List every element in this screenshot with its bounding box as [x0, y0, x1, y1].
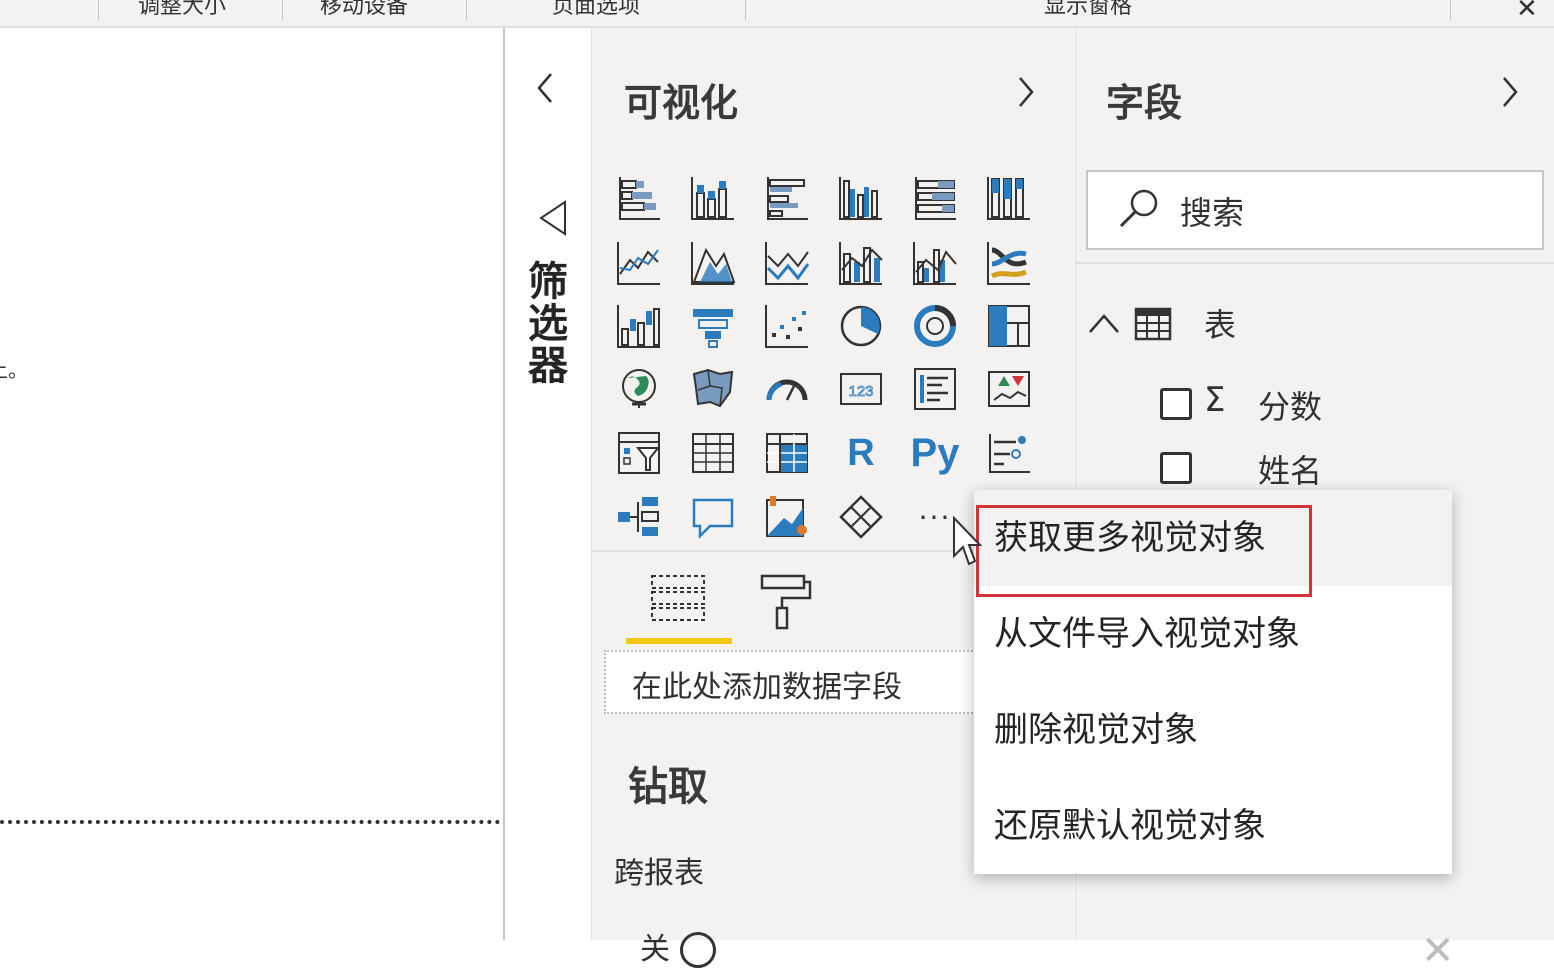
- cross-report-label: 跨报表: [614, 856, 704, 891]
- filters-pane-collapsed[interactable]: 筛选器: [505, 28, 592, 940]
- area-chart-icon[interactable]: [688, 238, 738, 288]
- tab-separator: [98, 0, 99, 20]
- visualizations-title: 可视化: [624, 81, 739, 125]
- funnel-icon: [535, 198, 571, 242]
- divider: [1076, 262, 1554, 264]
- clustered-bar-chart-icon[interactable]: [762, 173, 812, 223]
- page-boundary-line: [0, 820, 500, 824]
- stacked-column-chart-icon[interactable]: [688, 173, 738, 223]
- 100-stacked-column-chart-icon[interactable]: [984, 173, 1034, 223]
- py-label: Py: [910, 430, 960, 475]
- canvas-text-fragment: 上。: [0, 358, 28, 382]
- tab-separator: [1450, 0, 1451, 20]
- tab-separator: [466, 0, 467, 20]
- menu-item-remove-visual[interactable]: 删除视觉对象: [974, 682, 1452, 778]
- menu-item-import-from-file[interactable]: 从文件导入视觉对象: [974, 586, 1452, 682]
- tab-separator: [282, 0, 283, 20]
- toggle-switch[interactable]: [680, 932, 716, 968]
- field-checkbox[interactable]: [1160, 452, 1192, 484]
- waterfall-chart-icon[interactable]: [614, 301, 664, 351]
- toggle-off-label: 关: [640, 932, 670, 967]
- sigma-icon: Σ: [1204, 380, 1226, 420]
- menu-item-restore-default-visuals[interactable]: 还原默认视觉对象: [974, 778, 1452, 874]
- decomposition-tree-icon[interactable]: [614, 492, 664, 542]
- matrix-icon[interactable]: [762, 428, 812, 478]
- qna-icon[interactable]: [688, 492, 738, 542]
- chevron-left-icon[interactable]: [531, 68, 557, 112]
- key-influencers-icon[interactable]: [984, 428, 1034, 478]
- search-icon: [1116, 186, 1162, 236]
- python-visual-icon[interactable]: Py: [910, 428, 960, 478]
- chevron-up-icon[interactable]: [1086, 308, 1122, 342]
- clustered-column-chart-icon[interactable]: [836, 173, 886, 223]
- line-chart-icon[interactable]: [614, 238, 664, 288]
- map-icon[interactable]: [614, 364, 664, 414]
- tab-page-options[interactable]: 页面选项: [552, 0, 640, 22]
- report-canvas[interactable]: 上。: [0, 28, 503, 940]
- format-paint-roller-icon[interactable]: [758, 572, 814, 636]
- filters-label[interactable]: 筛选器: [521, 260, 573, 386]
- r-script-visual-icon[interactable]: R: [836, 428, 886, 478]
- active-tab-indicator: [626, 638, 732, 644]
- stacked-area-chart-icon[interactable]: [762, 238, 812, 288]
- drill-title: 钻取: [628, 764, 708, 810]
- fields-title: 字段: [1106, 81, 1183, 125]
- treemap-icon[interactable]: [984, 301, 1034, 351]
- table-grid-icon: [1134, 306, 1174, 346]
- close-icon[interactable]: ✕: [1516, 0, 1538, 24]
- scatter-chart-icon[interactable]: [762, 301, 812, 351]
- highlight-box: [976, 505, 1312, 597]
- stacked-bar-chart-icon[interactable]: [614, 173, 664, 223]
- field-name[interactable]: 姓名: [1258, 446, 1322, 492]
- search-placeholder: 搜索: [1180, 194, 1245, 232]
- chevron-right-icon[interactable]: [1014, 72, 1040, 116]
- kpi-icon[interactable]: [984, 364, 1034, 414]
- field-checkbox[interactable]: [1160, 388, 1192, 420]
- smart-narrative-icon[interactable]: [762, 492, 812, 542]
- close-icon[interactable]: ✕: [1421, 928, 1455, 974]
- funnel-chart-icon[interactable]: [688, 301, 738, 351]
- field-well-dropzone[interactable]: 在此处添加数据字段: [604, 650, 984, 714]
- donut-chart-icon[interactable]: [910, 301, 960, 351]
- fields-tab-icon[interactable]: [650, 572, 708, 632]
- tab-separator: [745, 0, 746, 20]
- gauge-icon[interactable]: [762, 364, 812, 414]
- line-and-clustered-column-chart-icon[interactable]: [910, 238, 960, 288]
- multi-row-card-icon[interactable]: [910, 364, 960, 414]
- field-name[interactable]: 分数: [1258, 382, 1322, 428]
- filled-map-icon[interactable]: [688, 364, 738, 414]
- svg-text:123: 123: [848, 383, 873, 400]
- ribbon-tab-strip: 调整大小 移动设备 页面选项 显示窗格 ✕: [0, 0, 1554, 28]
- table-icon[interactable]: [688, 428, 738, 478]
- tab-resize[interactable]: 调整大小: [138, 0, 226, 22]
- tab-show-panes[interactable]: 显示窗格: [1044, 0, 1132, 22]
- ribbon-chart-icon[interactable]: [984, 238, 1034, 288]
- chevron-right-icon[interactable]: [1498, 72, 1524, 116]
- power-apps-icon[interactable]: [836, 492, 886, 542]
- tab-mobile[interactable]: 移动设备: [320, 0, 408, 22]
- r-label: R: [847, 431, 875, 474]
- search-input[interactable]: 搜索: [1086, 170, 1544, 250]
- slicer-icon[interactable]: [614, 428, 664, 478]
- 100-stacked-bar-chart-icon[interactable]: [910, 173, 960, 223]
- card-icon[interactable]: 123: [836, 364, 886, 414]
- pie-chart-icon[interactable]: [836, 301, 886, 351]
- mouse-cursor-icon: [952, 515, 983, 572]
- line-and-stacked-column-chart-icon[interactable]: [836, 238, 886, 288]
- table-name[interactable]: 表: [1204, 300, 1236, 346]
- field-well-placeholder: 在此处添加数据字段: [632, 670, 902, 705]
